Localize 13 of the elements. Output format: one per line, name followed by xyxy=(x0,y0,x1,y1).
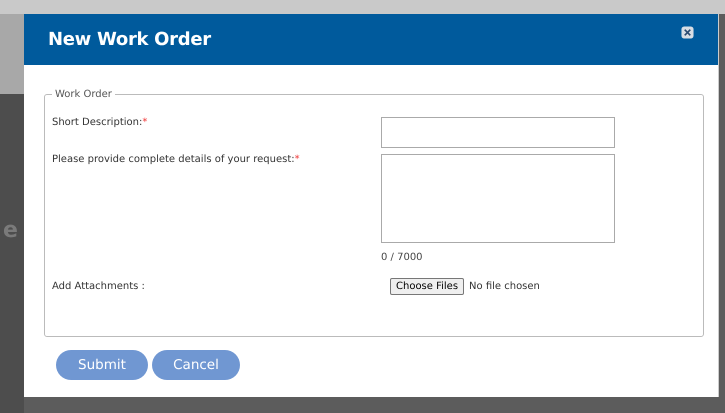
file-status: No file chosen xyxy=(469,281,540,292)
dialog-title: New Work Order xyxy=(48,29,211,50)
field-label: Add Attachments : xyxy=(52,281,146,292)
close-icon[interactable] xyxy=(681,26,694,39)
field-label: Short Description:* xyxy=(52,117,148,128)
submit-button[interactable]: Submit xyxy=(56,350,148,380)
details-field[interactable] xyxy=(381,154,615,243)
choose-files-button[interactable]: Choose Files xyxy=(390,278,464,295)
group-legend: Work Order xyxy=(52,89,115,100)
input-field[interactable] xyxy=(381,117,615,148)
character-counter: 0 / 7000 xyxy=(381,252,424,263)
cancel-button[interactable]: Cancel xyxy=(152,350,240,380)
field-label: Please provide complete details of your request:* xyxy=(52,154,301,165)
